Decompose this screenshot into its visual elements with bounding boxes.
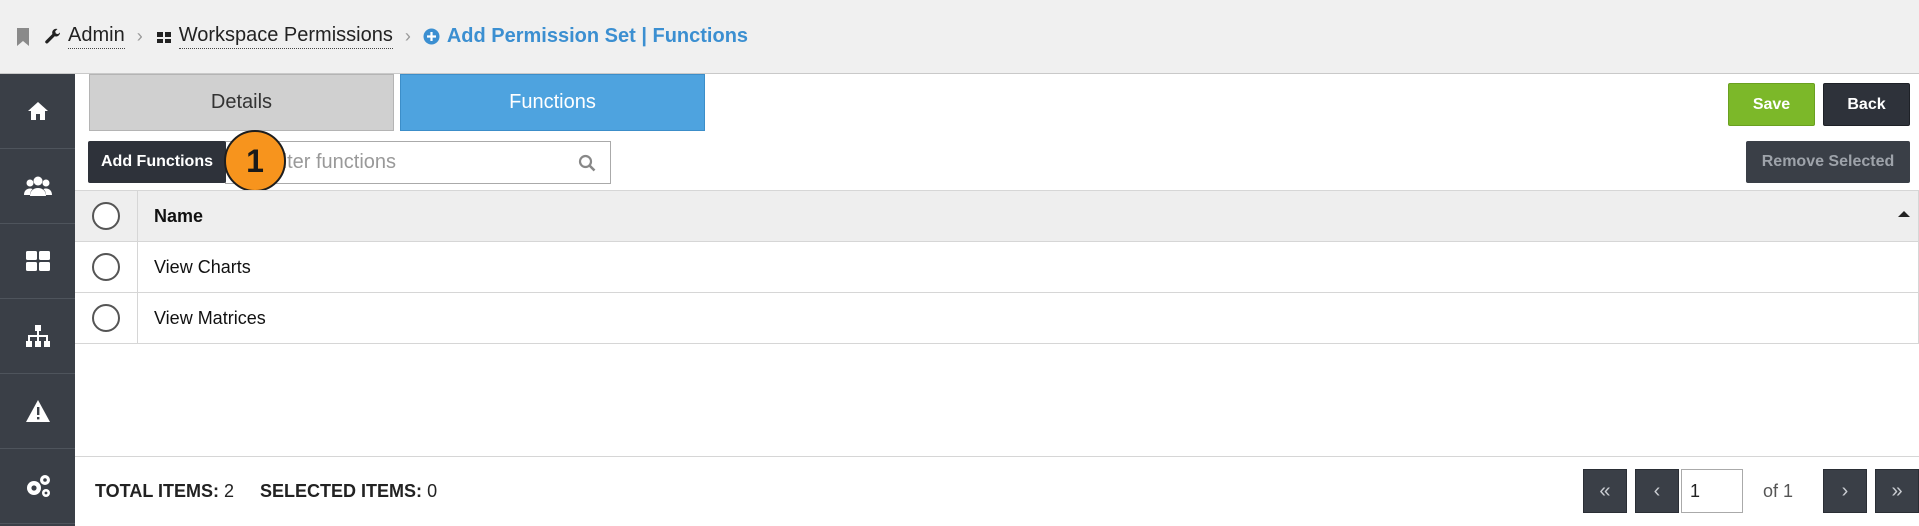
settings-icon — [26, 475, 50, 497]
total-items-label: TOTAL ITEMS: — [95, 481, 219, 501]
next-page-button[interactable]: › — [1823, 469, 1867, 513]
select-all-cell — [75, 191, 138, 241]
bookmark-icon[interactable] — [16, 27, 30, 46]
sidebar-item-settings[interactable] — [0, 449, 75, 524]
select-all-radio[interactable] — [92, 202, 120, 230]
plus-circle-icon — [423, 28, 441, 46]
page-count: of 1 — [1762, 480, 1793, 501]
table-row[interactable]: View Matrices — [75, 293, 1919, 344]
workspace-icon — [155, 28, 173, 46]
search-icon[interactable] — [578, 154, 596, 172]
sort-ascending-icon[interactable] — [1898, 211, 1910, 217]
functions-table: Name View Charts View Matrices — [75, 190, 1919, 344]
selected-items-value: 0 — [427, 481, 438, 501]
chevron-left-icon: ‹ — [1653, 479, 1661, 502]
row-select-cell — [75, 242, 138, 292]
total-items-value: 2 — [224, 481, 235, 501]
tab-details[interactable]: Details — [89, 74, 394, 131]
sidebar-item-home[interactable] — [0, 74, 75, 149]
sidebar-item-users[interactable] — [0, 149, 75, 224]
tab-functions[interactable]: Functions — [400, 74, 705, 131]
double-chevron-right-icon: » — [1891, 479, 1903, 502]
step-callout-badge: 1 — [224, 130, 286, 192]
last-page-button[interactable]: » — [1875, 469, 1919, 513]
breadcrumb-bar: Admin › Workspace Permissions › Add Perm… — [0, 0, 1919, 74]
first-page-button[interactable]: « — [1582, 469, 1627, 513]
row-name-cell: View Matrices — [154, 307, 266, 328]
chevron-right-icon: › — [1841, 479, 1849, 502]
row-select-radio[interactable] — [92, 253, 120, 281]
dashboard-icon — [25, 251, 50, 271]
column-header-name[interactable]: Name — [138, 191, 1918, 241]
breadcrumb-admin[interactable]: Admin — [44, 24, 125, 49]
row-select-radio[interactable] — [92, 304, 120, 332]
table-row[interactable]: View Charts — [75, 242, 1919, 293]
save-button[interactable]: Save — [1728, 83, 1815, 126]
row-name-cell: View Charts — [154, 256, 251, 277]
sidebar-item-alerts[interactable] — [0, 374, 75, 449]
users-icon — [23, 176, 52, 196]
selected-items-label: SELECTED ITEMS: — [260, 481, 423, 501]
add-functions-button[interactable]: Add Functions — [88, 141, 226, 183]
breadcrumb-workspace-permissions[interactable]: Workspace Permissions — [155, 24, 393, 49]
search-input[interactable] — [266, 151, 556, 174]
sidebar-item-hierarchy[interactable] — [0, 299, 75, 374]
table-header-row: Name — [75, 190, 1919, 242]
remove-selected-button[interactable]: Remove Selected — [1746, 141, 1910, 183]
sidebar — [0, 74, 75, 526]
chevron-right-icon: › — [404, 26, 411, 46]
main-content: Details Functions Save Back Add Function… — [75, 74, 1919, 526]
page-number-input[interactable] — [1680, 469, 1743, 513]
prev-page-button[interactable]: ‹ — [1634, 469, 1679, 513]
warning-icon — [25, 400, 50, 422]
wrench-icon — [44, 28, 62, 46]
row-select-cell — [75, 293, 138, 343]
chevron-right-icon: › — [136, 26, 143, 46]
pagination: « ‹ of 1 › » — [1582, 469, 1919, 513]
breadcrumb-current: Add Permission Set | Functions — [423, 25, 748, 48]
hierarchy-icon — [25, 325, 50, 347]
item-counts: TOTAL ITEMS: 2 SELECTED ITEMS: 0 — [95, 481, 437, 502]
back-button[interactable]: Back — [1823, 83, 1910, 126]
double-chevron-left-icon: « — [1599, 479, 1611, 502]
home-icon — [27, 102, 48, 120]
sidebar-item-dashboard[interactable] — [0, 224, 75, 299]
table-footer: TOTAL ITEMS: 2 SELECTED ITEMS: 0 « ‹ of … — [75, 456, 1919, 526]
